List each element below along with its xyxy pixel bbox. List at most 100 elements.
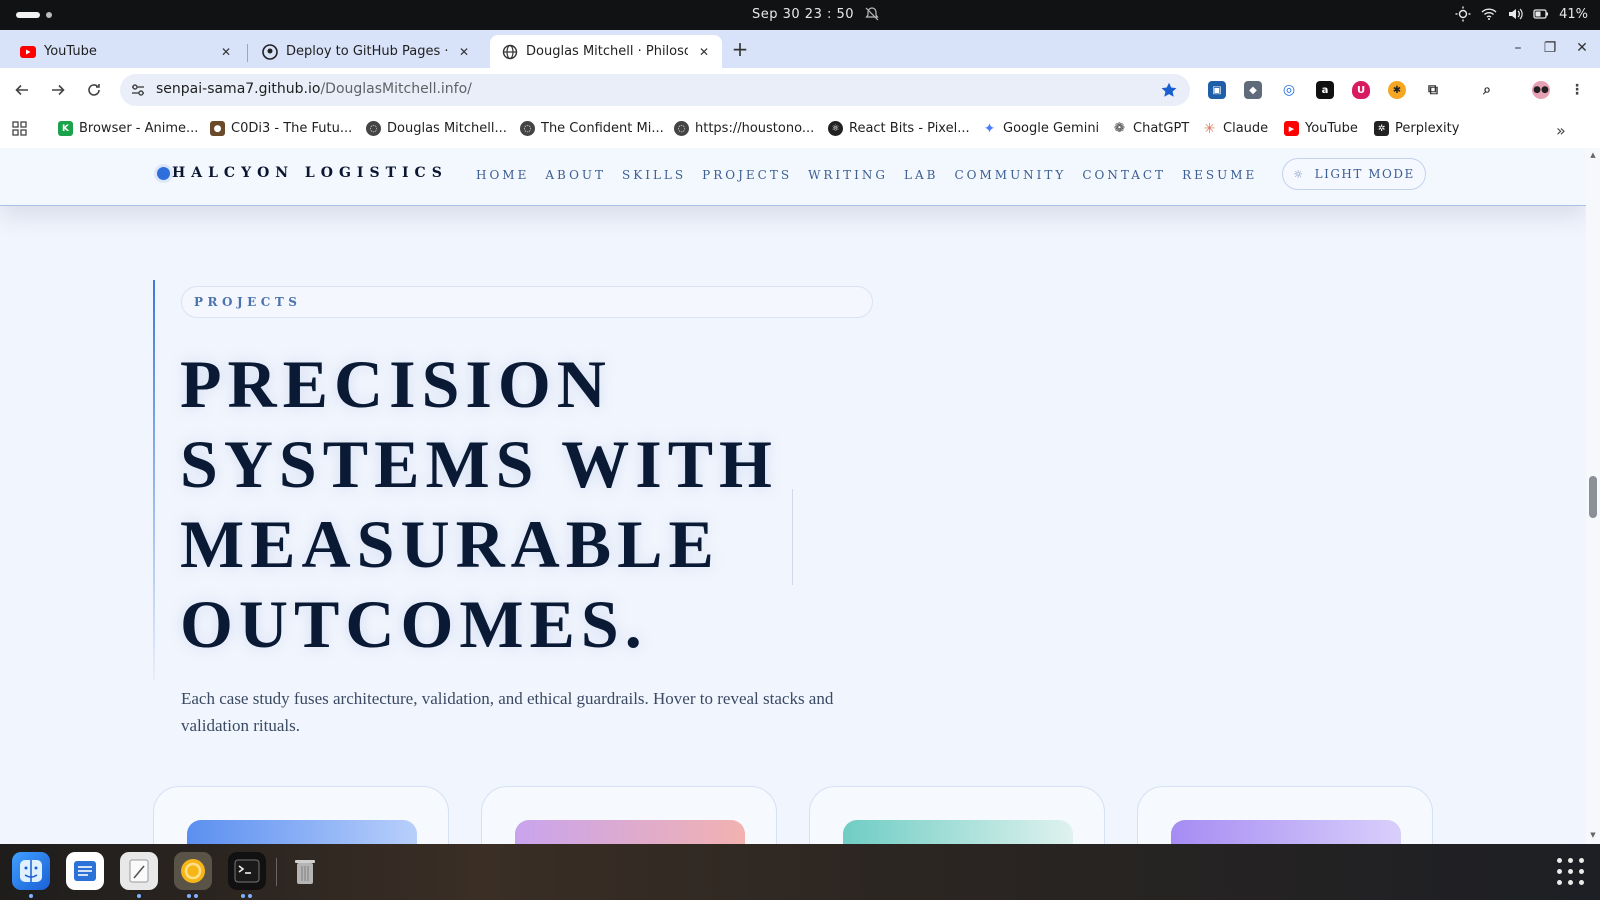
url-text[interactable]: senpai-sama7.github.io/DouglasMitchell.i…	[156, 81, 472, 97]
section-eyebrow-label: PROJECTS	[194, 295, 302, 309]
page-scrollbar[interactable]: ▲ ▼	[1586, 148, 1600, 844]
workspace-indicator[interactable]	[16, 12, 40, 18]
reload-button[interactable]	[84, 80, 104, 100]
section-eyebrow: PROJECTS	[181, 286, 873, 318]
new-tab-button[interactable]: +	[730, 39, 750, 60]
app-launcher-grid-icon[interactable]	[1557, 858, 1585, 886]
close-tab-icon[interactable]: ✕	[218, 44, 234, 60]
clock[interactable]: Sep 30 23 : 50	[752, 7, 854, 22]
bookmark-item[interactable]: ❁ ChatGPT	[1112, 121, 1189, 136]
nav-link-home[interactable]: HOME	[476, 168, 529, 182]
headline-line: SYSTEMS WITH	[180, 426, 778, 502]
project-card-cover	[1171, 820, 1401, 844]
back-button[interactable]	[12, 80, 32, 100]
youtube-icon: ▶	[1284, 121, 1299, 136]
extension-icon[interactable]: ▣	[1208, 81, 1226, 99]
notifications-muted-icon[interactable]	[864, 6, 880, 22]
forward-button[interactable]	[48, 80, 68, 100]
bookmark-item[interactable]: ✳ Claude	[1202, 120, 1269, 137]
globe-icon: ◌	[520, 121, 535, 136]
os-top-bar: Sep 30 23 : 50 41%	[0, 0, 1600, 30]
bookmark-item[interactable]: ✦ Google Gemini	[982, 121, 1100, 137]
workspace-dot[interactable]	[46, 12, 52, 18]
project-card[interactable]	[809, 786, 1105, 844]
site-nav-links: HOME ABOUT SKILLS PROJECTS WRITING LAB C…	[476, 168, 1273, 182]
restore-window-button[interactable]: ❐	[1540, 38, 1560, 58]
section-description: Each case study fuses architecture, vali…	[181, 689, 834, 735]
bookmark-item[interactable]: ◌ Douglas Mitchell...	[366, 121, 507, 136]
k-icon: K	[58, 121, 73, 136]
shield-extension-icon[interactable]: ◆	[1244, 81, 1262, 99]
ublock-extension-icon[interactable]: U	[1352, 81, 1370, 99]
apps-grid-icon[interactable]	[12, 121, 27, 136]
running-indicator	[29, 894, 33, 898]
address-bar[interactable]: senpai-sama7.github.io/DouglasMitchell.i…	[120, 74, 1190, 106]
theme-toggle-button[interactable]: ☼ LIGHT MODE	[1282, 158, 1426, 190]
nav-link-resume[interactable]: RESUME	[1182, 168, 1257, 182]
bookmark-item[interactable]: ✲ Perplexity	[1374, 121, 1459, 136]
nav-link-writing[interactable]: WRITING	[808, 168, 888, 182]
scroll-up-arrow-icon[interactable]: ▲	[1589, 152, 1597, 159]
bookmark-star-icon[interactable]	[1160, 81, 1178, 99]
battery-icon	[1533, 9, 1549, 19]
forward-arrow-icon	[52, 84, 65, 96]
browser-menu-icon[interactable]: ⋮	[1568, 81, 1586, 99]
project-card[interactable]	[1137, 786, 1433, 844]
lock-extension-icon[interactable]: a	[1316, 81, 1334, 99]
headline-line: OUTCOMES.	[180, 586, 648, 662]
site-info-icon[interactable]	[130, 82, 146, 98]
nav-link-community[interactable]: COMMUNITY	[954, 168, 1066, 182]
text-editor-app-icon[interactable]	[66, 852, 104, 890]
bookmark-item[interactable]: ⚛ React Bits - Pixel...	[828, 121, 970, 136]
bookmark-item[interactable]: ◌ The Confident Mi...	[520, 121, 664, 136]
puzzle-extensions-icon[interactable]: ⧉	[1424, 81, 1442, 99]
tab-youtube[interactable]: YouTube ✕	[8, 35, 244, 68]
claude-icon: ✳	[1203, 120, 1216, 137]
bookmark-label: Google Gemini	[1003, 121, 1100, 136]
running-indicator	[241, 894, 245, 898]
fingerprint-extension-icon[interactable]: ◎	[1280, 81, 1298, 99]
bookmark-label: The Confident Mi...	[541, 121, 664, 136]
tab-github-deploy[interactable]: Deploy to GitHub Pages · S ✕	[250, 35, 482, 68]
more-bookmarks-chevron-icon[interactable]: »	[1556, 121, 1566, 140]
globe-icon: ◌	[366, 121, 381, 136]
tab-title: YouTube	[44, 44, 97, 59]
nav-link-projects[interactable]: PROJECTS	[702, 168, 792, 182]
terminal-app-icon[interactable]	[228, 852, 266, 890]
project-card[interactable]	[481, 786, 777, 844]
project-card[interactable]	[153, 786, 449, 844]
tab-divider	[247, 44, 248, 62]
close-window-button[interactable]: ✕	[1572, 38, 1592, 58]
minimize-window-button[interactable]: –	[1508, 38, 1528, 58]
close-tab-icon[interactable]: ✕	[456, 44, 472, 60]
nav-link-about[interactable]: ABOUT	[545, 168, 606, 182]
youtube-icon	[20, 44, 36, 60]
tab-title: Deploy to GitHub Pages · S	[286, 44, 448, 59]
bookmark-item[interactable]: K Browser - Anime...	[58, 121, 198, 136]
trash-icon[interactable]	[286, 852, 324, 890]
nav-link-skills[interactable]: SKILLS	[622, 168, 686, 182]
running-indicator	[194, 894, 198, 898]
finder-app-icon[interactable]	[12, 852, 50, 890]
scroll-down-arrow-icon[interactable]: ▼	[1589, 832, 1597, 839]
notes-app-icon[interactable]	[120, 852, 158, 890]
scrollbar-thumb[interactable]	[1589, 476, 1597, 518]
tab-douglas-mitchell[interactable]: Douglas Mitchell · Philosop ✕	[490, 35, 722, 68]
tab-search-icon[interactable]: ⌕	[1478, 81, 1496, 99]
nav-link-lab[interactable]: LAB	[904, 168, 938, 182]
bookmark-item[interactable]: ● C0Di3 - The Futu...	[210, 121, 352, 136]
bookmark-item[interactable]: ◌ https://houstono...	[674, 121, 814, 136]
profile-avatar[interactable]: ●●	[1532, 81, 1550, 99]
reactbits-icon: ⚛	[828, 121, 843, 136]
wifi-icon	[1481, 8, 1497, 20]
site-header: HALCYON LOGISTICS HOME ABOUT SKILLS PROJ…	[0, 148, 1586, 206]
brand-logo-text[interactable]: HALCYON LOGISTICS	[172, 165, 448, 181]
headline-line: MEASURABLE	[180, 506, 720, 582]
system-tray[interactable]: 41%	[1455, 6, 1588, 22]
nav-link-contact[interactable]: CONTACT	[1082, 168, 1166, 182]
close-tab-icon[interactable]: ✕	[696, 44, 712, 60]
browser-app-icon[interactable]	[174, 852, 212, 890]
bookmark-label: https://houstono...	[695, 121, 815, 136]
sun-extension-icon[interactable]: ✱	[1388, 81, 1406, 99]
bookmark-item[interactable]: ▶ YouTube	[1284, 121, 1358, 136]
